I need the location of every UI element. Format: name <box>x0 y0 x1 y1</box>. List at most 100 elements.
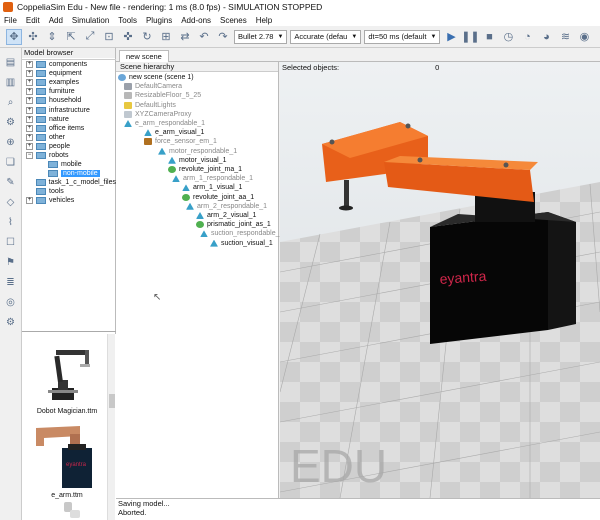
hierarchy-item[interactable]: arm_2_respondable_1 <box>186 202 267 211</box>
model-folder-item[interactable]: − robots <box>22 151 116 160</box>
path-edit-icon[interactable]: ⌇ <box>3 214 19 230</box>
slower-icon[interactable]: ◔ <box>519 29 535 45</box>
hierarchy-item[interactable]: ResizableFloor_5_25 <box>124 91 201 100</box>
menu-file[interactable]: File <box>4 16 17 25</box>
menu-tools[interactable]: Tools <box>118 16 137 25</box>
expand-toggle-icon[interactable]: + <box>26 70 33 78</box>
menu-help[interactable]: Help <box>256 16 272 25</box>
hierarchy-item[interactable]: arm_2_visual_1 <box>196 211 256 220</box>
toggle-visualization-icon[interactable]: ◉ <box>576 29 592 45</box>
model-folder-item[interactable]: mobile <box>22 160 116 169</box>
model-thumbnail-dobot[interactable]: Dobot Magician.ttm <box>30 338 104 415</box>
redo-icon[interactable]: ↷ <box>215 29 231 45</box>
expand-toggle-icon[interactable]: + <box>26 79 33 87</box>
selection-icon[interactable]: ☐ <box>3 234 19 250</box>
model-folder-item[interactable]: + nature <box>22 115 116 124</box>
search-icon[interactable]: ⌕ <box>3 94 19 110</box>
hierarchy-item[interactable]: XYZCameraProxy <box>124 110 191 119</box>
expand-toggle-icon[interactable]: + <box>26 97 33 105</box>
object-shift-icon[interactable]: ✜ <box>120 29 136 45</box>
menu-plugins[interactable]: Plugins <box>146 16 172 25</box>
realtime-icon[interactable]: ◷ <box>500 29 516 45</box>
scripts-icon[interactable]: ✎ <box>3 174 19 190</box>
hierarchy-item[interactable]: DefaultCamera <box>124 82 182 91</box>
expand-toggle-icon[interactable]: + <box>26 133 33 141</box>
layers-icon[interactable]: ≣ <box>3 274 19 290</box>
expand-toggle-icon[interactable]: + <box>26 106 33 114</box>
model-folder-item[interactable]: + household <box>22 96 116 105</box>
model-folder-item[interactable]: + furniture <box>22 87 116 96</box>
hierarchy-item[interactable]: motor_visual_1 <box>168 156 226 165</box>
hierarchy-item[interactable]: revolute_joint_ma_1 <box>168 165 242 174</box>
hierarchy-item[interactable]: e_arm_visual_1 <box>144 128 204 137</box>
accuracy-select[interactable]: Accurate (defau ▼ <box>290 29 362 44</box>
expand-toggle-icon[interactable]: + <box>26 61 33 69</box>
physics-engine-select[interactable]: Bullet 2.78 ▼ <box>234 29 288 44</box>
model-folder-item[interactable]: + components <box>22 60 116 69</box>
hierarchy-item[interactable]: suction_visual_1 <box>210 239 273 248</box>
object-select-icon[interactable]: ⊡ <box>101 29 117 45</box>
model-thumbnail-e-arm[interactable]: eyantra e_arm.ttm <box>30 422 104 499</box>
shape-edit-icon[interactable]: ◇ <box>3 194 19 210</box>
hierarchy-item[interactable]: arm_1_visual_1 <box>182 183 242 192</box>
transfer-dna-icon[interactable]: ⇄ <box>177 29 193 45</box>
timestep-select[interactable]: dt=50 ms (default ▼ <box>364 29 441 44</box>
expand-toggle-icon[interactable]: + <box>26 115 33 123</box>
camera-shift-icon[interactable]: ⇕ <box>44 29 60 45</box>
user-settings-icon[interactable]: ⚙ <box>3 314 19 330</box>
object-rotate-icon[interactable]: ↻ <box>139 29 155 45</box>
pause-icon[interactable]: ❚❚ <box>461 29 479 45</box>
model-folder-item[interactable]: + equipment <box>22 69 116 78</box>
model-folder-item[interactable]: + office items <box>22 124 116 133</box>
hierarchy-item[interactable]: arm_1_respondable_1 <box>172 174 253 183</box>
scene-viewport[interactable]: eyantra EDU <box>280 62 600 498</box>
model-folder-item[interactable]: task_1_c_model_files <box>22 178 116 187</box>
model-folder-item[interactable]: + infrastructure <box>22 105 116 114</box>
menu-addons[interactable]: Add-ons <box>181 16 211 25</box>
calculation-modules-icon[interactable]: ⊕ <box>3 134 19 150</box>
hierarchy-item[interactable]: e_arm_respondable_1 <box>124 119 205 128</box>
menu-simulation[interactable]: Simulation <box>72 16 109 25</box>
hierarchy-item[interactable]: force_sensor_em_1 <box>144 137 217 146</box>
stop-icon[interactable]: ■ <box>481 29 497 45</box>
camera-pan-icon[interactable]: ✥ <box>6 28 22 45</box>
expand-toggle-icon[interactable]: + <box>26 124 33 132</box>
undo-icon[interactable]: ↶ <box>196 29 212 45</box>
menu-scenes[interactable]: Scenes <box>220 16 247 25</box>
hierarchy-item[interactable]: DefaultLights <box>124 101 176 110</box>
folder-icon <box>36 133 46 141</box>
hierarchy-item[interactable]: prismatic_joint_as_1 <box>196 220 271 229</box>
model-thumbnail-partial[interactable] <box>30 500 104 520</box>
model-folder-item[interactable]: + people <box>22 142 116 151</box>
model-icon[interactable]: ⚑ <box>3 254 19 270</box>
tab-new-scene[interactable]: new scene <box>119 50 169 62</box>
fit-view-icon[interactable]: ⤢ <box>82 29 98 45</box>
expand-toggle-icon[interactable]: + <box>26 197 33 205</box>
faster-icon[interactable]: ◕ <box>538 29 554 45</box>
model-folder-item[interactable]: tools <box>22 187 116 196</box>
camera-zoom-icon[interactable]: ⇱ <box>63 29 79 45</box>
expand-toggle-icon[interactable]: − <box>26 151 33 159</box>
model-folder-item[interactable]: + vehicles <box>22 196 116 205</box>
scene-hierarchy-toggle-icon[interactable]: ▥ <box>3 74 19 90</box>
expand-toggle-icon[interactable]: + <box>26 142 33 150</box>
hierarchy-item[interactable]: new scene (scene 1) <box>118 73 194 82</box>
hierarchy-item[interactable]: revolute_joint_aa_1 <box>182 193 254 202</box>
menu-edit[interactable]: Edit <box>26 16 40 25</box>
hierarchy-item[interactable]: suction_respondable_1 <box>200 229 283 238</box>
model-folder-item[interactable]: non-mobile <box>22 169 116 178</box>
menu-add[interactable]: Add <box>49 16 63 25</box>
camera-rotate-icon[interactable]: ✣ <box>25 29 41 45</box>
model-folder-item[interactable]: + other <box>22 133 116 142</box>
play-icon[interactable]: ▶ <box>443 29 459 45</box>
model-folder-item[interactable]: + examples <box>22 78 116 87</box>
thumbnails-scrollbar[interactable] <box>107 334 115 520</box>
model-browser-toggle-icon[interactable]: ▤ <box>3 54 19 70</box>
expand-toggle-icon[interactable]: + <box>26 88 33 96</box>
hierarchy-item[interactable]: motor_respondable_1 <box>158 147 237 156</box>
threaded-rendering-icon[interactable]: ≋ <box>557 29 573 45</box>
collections-icon[interactable]: ❏ <box>3 154 19 170</box>
properties-icon[interactable]: ⚙ <box>3 114 19 130</box>
video-recorder-icon[interactable]: ◎ <box>3 294 19 310</box>
assembly-icon[interactable]: ⊞ <box>158 29 174 45</box>
